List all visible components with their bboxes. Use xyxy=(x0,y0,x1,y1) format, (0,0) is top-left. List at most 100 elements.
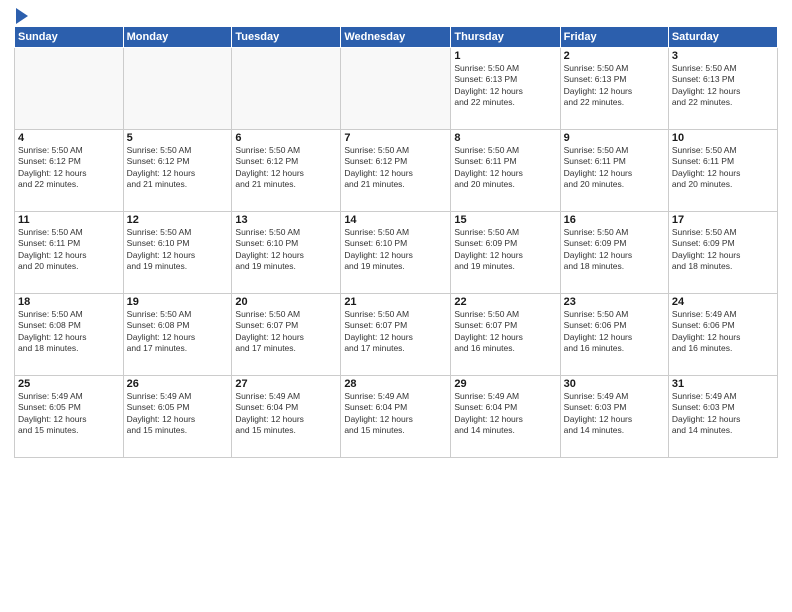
calendar-cell: 6Sunrise: 5:50 AM Sunset: 6:12 PM Daylig… xyxy=(232,130,341,212)
day-number: 6 xyxy=(235,132,337,144)
day-info: Sunrise: 5:50 AM Sunset: 6:10 PM Dayligh… xyxy=(344,227,447,273)
day-number: 5 xyxy=(127,132,229,144)
day-info: Sunrise: 5:50 AM Sunset: 6:12 PM Dayligh… xyxy=(235,145,337,191)
calendar-day-header: Thursday xyxy=(451,27,560,48)
day-info: Sunrise: 5:49 AM Sunset: 6:03 PM Dayligh… xyxy=(564,391,665,437)
calendar-cell: 8Sunrise: 5:50 AM Sunset: 6:11 PM Daylig… xyxy=(451,130,560,212)
day-number: 15 xyxy=(454,214,556,226)
day-number: 14 xyxy=(344,214,447,226)
calendar-cell: 27Sunrise: 5:49 AM Sunset: 6:04 PM Dayli… xyxy=(232,376,341,458)
day-number: 22 xyxy=(454,296,556,308)
day-info: Sunrise: 5:49 AM Sunset: 6:05 PM Dayligh… xyxy=(127,391,229,437)
calendar-day-header: Saturday xyxy=(668,27,777,48)
day-number: 2 xyxy=(564,50,665,62)
day-info: Sunrise: 5:50 AM Sunset: 6:12 PM Dayligh… xyxy=(18,145,120,191)
calendar-cell: 9Sunrise: 5:50 AM Sunset: 6:11 PM Daylig… xyxy=(560,130,668,212)
calendar-cell: 2Sunrise: 5:50 AM Sunset: 6:13 PM Daylig… xyxy=(560,48,668,130)
day-number: 11 xyxy=(18,214,120,226)
calendar-cell xyxy=(15,48,124,130)
calendar-cell xyxy=(341,48,451,130)
day-number: 30 xyxy=(564,378,665,390)
day-info: Sunrise: 5:49 AM Sunset: 6:04 PM Dayligh… xyxy=(235,391,337,437)
day-number: 1 xyxy=(454,50,556,62)
calendar-cell: 25Sunrise: 5:49 AM Sunset: 6:05 PM Dayli… xyxy=(15,376,124,458)
calendar-week-row: 18Sunrise: 5:50 AM Sunset: 6:08 PM Dayli… xyxy=(15,294,778,376)
day-info: Sunrise: 5:50 AM Sunset: 6:07 PM Dayligh… xyxy=(235,309,337,355)
calendar-cell xyxy=(123,48,232,130)
day-number: 8 xyxy=(454,132,556,144)
day-number: 23 xyxy=(564,296,665,308)
day-info: Sunrise: 5:49 AM Sunset: 6:04 PM Dayligh… xyxy=(454,391,556,437)
calendar-cell: 17Sunrise: 5:50 AM Sunset: 6:09 PM Dayli… xyxy=(668,212,777,294)
day-info: Sunrise: 5:50 AM Sunset: 6:11 PM Dayligh… xyxy=(564,145,665,191)
calendar-header-row: SundayMondayTuesdayWednesdayThursdayFrid… xyxy=(15,27,778,48)
day-info: Sunrise: 5:50 AM Sunset: 6:08 PM Dayligh… xyxy=(127,309,229,355)
day-info: Sunrise: 5:50 AM Sunset: 6:08 PM Dayligh… xyxy=(18,309,120,355)
calendar-cell: 12Sunrise: 5:50 AM Sunset: 6:10 PM Dayli… xyxy=(123,212,232,294)
day-info: Sunrise: 5:50 AM Sunset: 6:11 PM Dayligh… xyxy=(18,227,120,273)
calendar-cell: 4Sunrise: 5:50 AM Sunset: 6:12 PM Daylig… xyxy=(15,130,124,212)
day-number: 28 xyxy=(344,378,447,390)
calendar-day-header: Tuesday xyxy=(232,27,341,48)
day-info: Sunrise: 5:50 AM Sunset: 6:13 PM Dayligh… xyxy=(454,63,556,109)
calendar-cell xyxy=(232,48,341,130)
calendar-day-header: Wednesday xyxy=(341,27,451,48)
day-info: Sunrise: 5:50 AM Sunset: 6:10 PM Dayligh… xyxy=(235,227,337,273)
day-info: Sunrise: 5:49 AM Sunset: 6:06 PM Dayligh… xyxy=(672,309,774,355)
calendar-cell: 7Sunrise: 5:50 AM Sunset: 6:12 PM Daylig… xyxy=(341,130,451,212)
day-number: 29 xyxy=(454,378,556,390)
day-number: 24 xyxy=(672,296,774,308)
day-number: 20 xyxy=(235,296,337,308)
calendar-week-row: 4Sunrise: 5:50 AM Sunset: 6:12 PM Daylig… xyxy=(15,130,778,212)
day-info: Sunrise: 5:50 AM Sunset: 6:09 PM Dayligh… xyxy=(564,227,665,273)
calendar-day-header: Sunday xyxy=(15,27,124,48)
day-info: Sunrise: 5:50 AM Sunset: 6:07 PM Dayligh… xyxy=(344,309,447,355)
day-number: 25 xyxy=(18,378,120,390)
day-info: Sunrise: 5:50 AM Sunset: 6:11 PM Dayligh… xyxy=(672,145,774,191)
day-number: 21 xyxy=(344,296,447,308)
calendar-cell: 28Sunrise: 5:49 AM Sunset: 6:04 PM Dayli… xyxy=(341,376,451,458)
day-number: 3 xyxy=(672,50,774,62)
day-info: Sunrise: 5:49 AM Sunset: 6:03 PM Dayligh… xyxy=(672,391,774,437)
day-info: Sunrise: 5:49 AM Sunset: 6:05 PM Dayligh… xyxy=(18,391,120,437)
day-number: 17 xyxy=(672,214,774,226)
day-number: 12 xyxy=(127,214,229,226)
day-info: Sunrise: 5:50 AM Sunset: 6:10 PM Dayligh… xyxy=(127,227,229,273)
day-info: Sunrise: 5:50 AM Sunset: 6:13 PM Dayligh… xyxy=(672,63,774,109)
day-number: 26 xyxy=(127,378,229,390)
calendar-cell: 26Sunrise: 5:49 AM Sunset: 6:05 PM Dayli… xyxy=(123,376,232,458)
calendar-week-row: 1Sunrise: 5:50 AM Sunset: 6:13 PM Daylig… xyxy=(15,48,778,130)
day-number: 9 xyxy=(564,132,665,144)
day-number: 13 xyxy=(235,214,337,226)
calendar-cell: 15Sunrise: 5:50 AM Sunset: 6:09 PM Dayli… xyxy=(451,212,560,294)
calendar-cell: 31Sunrise: 5:49 AM Sunset: 6:03 PM Dayli… xyxy=(668,376,777,458)
calendar-cell: 30Sunrise: 5:49 AM Sunset: 6:03 PM Dayli… xyxy=(560,376,668,458)
day-number: 19 xyxy=(127,296,229,308)
calendar-cell: 16Sunrise: 5:50 AM Sunset: 6:09 PM Dayli… xyxy=(560,212,668,294)
calendar-day-header: Monday xyxy=(123,27,232,48)
calendar-cell: 24Sunrise: 5:49 AM Sunset: 6:06 PM Dayli… xyxy=(668,294,777,376)
day-info: Sunrise: 5:50 AM Sunset: 6:12 PM Dayligh… xyxy=(344,145,447,191)
calendar-week-row: 25Sunrise: 5:49 AM Sunset: 6:05 PM Dayli… xyxy=(15,376,778,458)
calendar-cell: 29Sunrise: 5:49 AM Sunset: 6:04 PM Dayli… xyxy=(451,376,560,458)
logo xyxy=(14,10,28,22)
calendar-week-row: 11Sunrise: 5:50 AM Sunset: 6:11 PM Dayli… xyxy=(15,212,778,294)
day-info: Sunrise: 5:50 AM Sunset: 6:06 PM Dayligh… xyxy=(564,309,665,355)
logo-arrow-icon xyxy=(16,8,28,24)
day-info: Sunrise: 5:50 AM Sunset: 6:09 PM Dayligh… xyxy=(454,227,556,273)
day-number: 4 xyxy=(18,132,120,144)
day-info: Sunrise: 5:49 AM Sunset: 6:04 PM Dayligh… xyxy=(344,391,447,437)
day-info: Sunrise: 5:50 AM Sunset: 6:07 PM Dayligh… xyxy=(454,309,556,355)
calendar-cell: 10Sunrise: 5:50 AM Sunset: 6:11 PM Dayli… xyxy=(668,130,777,212)
calendar-cell: 19Sunrise: 5:50 AM Sunset: 6:08 PM Dayli… xyxy=(123,294,232,376)
calendar-cell: 1Sunrise: 5:50 AM Sunset: 6:13 PM Daylig… xyxy=(451,48,560,130)
day-info: Sunrise: 5:50 AM Sunset: 6:11 PM Dayligh… xyxy=(454,145,556,191)
page-header xyxy=(14,10,778,22)
day-info: Sunrise: 5:50 AM Sunset: 6:09 PM Dayligh… xyxy=(672,227,774,273)
calendar-day-header: Friday xyxy=(560,27,668,48)
day-number: 7 xyxy=(344,132,447,144)
calendar-cell: 11Sunrise: 5:50 AM Sunset: 6:11 PM Dayli… xyxy=(15,212,124,294)
calendar-cell: 18Sunrise: 5:50 AM Sunset: 6:08 PM Dayli… xyxy=(15,294,124,376)
day-number: 31 xyxy=(672,378,774,390)
day-info: Sunrise: 5:50 AM Sunset: 6:12 PM Dayligh… xyxy=(127,145,229,191)
